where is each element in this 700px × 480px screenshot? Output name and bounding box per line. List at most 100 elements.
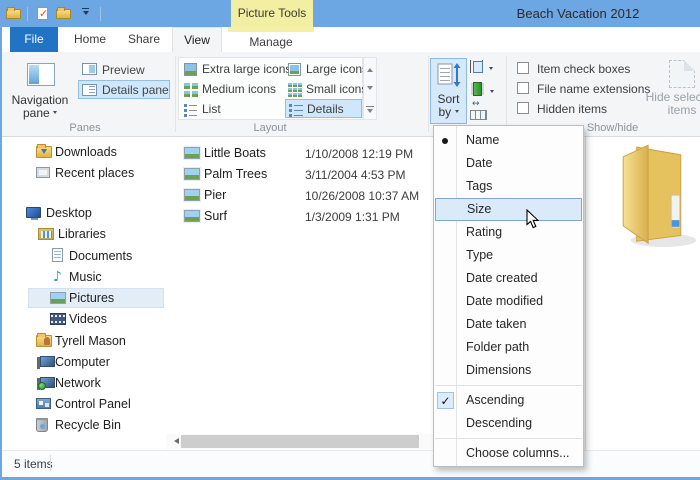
recycle-bin-icon xyxy=(36,418,48,432)
tab-file[interactable]: File xyxy=(10,27,58,52)
menu-item-date[interactable]: Date xyxy=(435,152,582,175)
sidebar-item-network[interactable]: Network xyxy=(2,373,165,393)
hide-selected-items-button[interactable]: Hide selected items xyxy=(642,57,700,129)
video-film-icon xyxy=(50,313,66,325)
tab-share[interactable]: Share xyxy=(118,27,170,52)
scrollbar-thumb[interactable] xyxy=(181,435,419,448)
customize-qat-dropdown-icon[interactable] xyxy=(83,11,89,18)
item-check-boxes-checkbox[interactable] xyxy=(517,62,529,74)
file-date-modified: 1/10/2008 12:19 PM xyxy=(305,147,414,161)
qat-separator xyxy=(27,7,28,21)
sidebar-item-label: Downloads xyxy=(55,145,117,159)
menu-item-dimensions[interactable]: Dimensions xyxy=(435,359,582,382)
file-date-modified: 3/11/2004 4:53 PM xyxy=(305,168,406,182)
sidebar-item-downloads[interactable]: Downloads xyxy=(2,142,165,162)
menu-item-rating[interactable]: Rating xyxy=(435,221,582,244)
gallery-more-icon[interactable] xyxy=(366,106,374,107)
computer-icon xyxy=(37,356,55,369)
sort-by-button[interactable]: Sort by xyxy=(430,58,467,124)
layout-list[interactable]: List xyxy=(181,100,283,119)
menu-item-name[interactable]: Name xyxy=(435,129,582,152)
gallery-scroll-down-icon[interactable] xyxy=(367,86,373,93)
dropdown-arrow-icon xyxy=(454,110,459,115)
menu-item-choose-columns[interactable]: Choose columns... xyxy=(435,442,582,465)
layout-item-label: Large icons xyxy=(306,62,369,76)
mouse-cursor xyxy=(526,209,540,229)
resize-glyph: ↔ xyxy=(472,99,480,109)
menu-item-descending[interactable]: Descending xyxy=(435,412,582,435)
sidebar-item-recycle-bin[interactable]: Recycle Bin xyxy=(2,415,165,435)
sidebar-item-label: Music xyxy=(69,270,102,284)
hidden-items-label[interactable]: Hidden items xyxy=(537,102,607,116)
sidebar-item-control-panel[interactable]: Control Panel xyxy=(2,394,165,414)
group-by-button[interactable] xyxy=(470,60,497,78)
file-name-extensions-label[interactable]: File name extensions xyxy=(537,82,650,96)
title-bar: ✓ Picture Tools Beach Vacation 2012 xyxy=(0,0,700,27)
layout-group-label: Layout xyxy=(253,122,287,134)
layout-details[interactable]: Details xyxy=(285,99,362,118)
sidebar-item-label: Videos xyxy=(69,312,107,326)
menu-item-tags[interactable]: Tags xyxy=(435,175,582,198)
menu-item-ascending[interactable]: Ascending xyxy=(435,389,582,412)
details-pane-icon xyxy=(82,84,97,96)
sidebar-item-label: Control Panel xyxy=(55,397,131,411)
layout-small-icons[interactable]: Small icons xyxy=(285,80,367,99)
sidebar-item-label: Documents xyxy=(69,249,133,263)
sidebar-item-recent-places[interactable]: Recent places xyxy=(2,163,165,183)
tab-home[interactable]: Home xyxy=(62,27,118,52)
sidebar-item-pictures[interactable]: Pictures xyxy=(28,288,164,308)
hidden-items-checkbox[interactable] xyxy=(517,102,529,114)
gallery-scroll-up-icon[interactable] xyxy=(367,65,373,72)
customize-qat-line xyxy=(82,8,89,9)
size-columns-to-fit-button[interactable]: ↔ xyxy=(470,99,497,122)
menu-item-date-taken[interactable]: Date taken xyxy=(435,313,582,336)
menu-item-type[interactable]: Type xyxy=(435,244,582,267)
sidebar-item-videos[interactable]: Videos xyxy=(2,309,165,329)
hide-selected-items-label: Hide selected items xyxy=(645,90,700,117)
add-columns-icon xyxy=(473,82,482,96)
tab-view[interactable]: View xyxy=(172,27,222,52)
navigation-pane: Downloads Recent places Desktop Librarie… xyxy=(2,137,165,450)
add-columns-button[interactable] xyxy=(470,82,497,100)
sidebar-item-label: Recent places xyxy=(55,166,135,180)
layout-medium-icons[interactable]: Medium icons xyxy=(181,80,283,99)
details-pane-button[interactable]: Details pane xyxy=(78,80,170,99)
scroll-left-arrow-icon[interactable] xyxy=(171,438,179,444)
item-check-boxes-label[interactable]: Item check boxes xyxy=(537,62,630,76)
sidebar-item-label: Libraries xyxy=(58,227,106,241)
details-pane xyxy=(585,137,700,450)
window-title: Beach Vacation 2012 xyxy=(516,6,640,21)
sidebar-item-tyrell-mason[interactable]: Tyrell Mason xyxy=(2,331,165,351)
layout-extra-large-icons[interactable]: Extra large icons xyxy=(181,60,291,79)
menu-item-date-created[interactable]: Date created xyxy=(435,267,582,290)
dropdown-arrow-icon xyxy=(53,111,58,116)
file-name-extensions-checkbox[interactable] xyxy=(517,82,529,94)
navigation-pane-button[interactable]: Navigation pane xyxy=(8,58,72,124)
gallery-more-arrow-icon[interactable] xyxy=(366,109,373,116)
music-note-icon: ♪ xyxy=(53,269,62,285)
menu-item-size[interactable]: Size xyxy=(435,198,582,221)
tab-manage[interactable]: Manage xyxy=(228,32,314,52)
sort-by-label: Sort by xyxy=(437,92,460,119)
sidebar-item-documents[interactable]: Documents xyxy=(2,246,165,266)
layout-item-label: Small icons xyxy=(306,82,368,96)
control-panel-icon xyxy=(36,398,51,409)
explorer-folder-icon[interactable] xyxy=(6,7,21,19)
file-name: Little Boats xyxy=(204,146,266,160)
extra-large-icons-icon xyxy=(184,63,197,76)
sidebar-item-desktop[interactable]: Desktop xyxy=(2,203,165,223)
layout-gallery-scrollbar xyxy=(363,57,377,120)
details-view-icon xyxy=(289,103,303,116)
sidebar-item-label: Recycle Bin xyxy=(55,418,121,432)
sidebar-item-music[interactable]: ♪ Music xyxy=(2,267,165,287)
menu-item-date-modified[interactable]: Date modified xyxy=(435,290,582,313)
preview-pane-button[interactable]: Preview pane xyxy=(78,59,170,94)
file-name: Palm Trees xyxy=(204,167,268,181)
sidebar-item-computer[interactable]: Computer xyxy=(2,352,165,372)
layout-large-icons[interactable]: Large icons xyxy=(285,60,368,79)
new-folder-icon[interactable] xyxy=(56,7,71,19)
sidebar-item-label: Pictures xyxy=(69,291,115,305)
menu-item-folder-path[interactable]: Folder path xyxy=(435,336,582,359)
properties-check-icon[interactable]: ✓ xyxy=(37,7,48,20)
sidebar-item-libraries[interactable]: Libraries xyxy=(2,224,165,244)
